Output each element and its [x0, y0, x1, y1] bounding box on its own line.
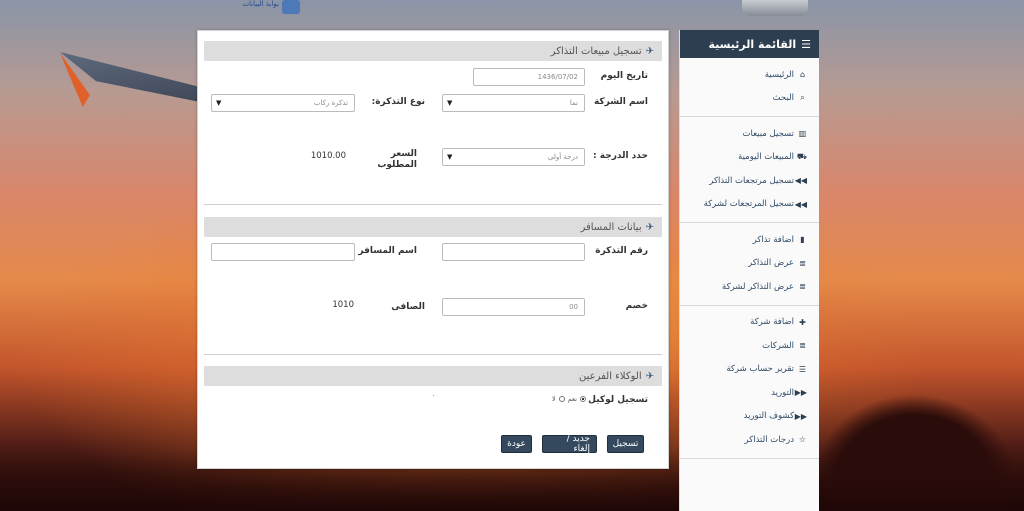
home-icon: ⌂	[799, 70, 806, 80]
sidebar-item-label: كشوف التوريد	[743, 411, 794, 422]
sidebar-item-daily-sales[interactable]: ⛟ المبيعات اليومية	[680, 146, 819, 170]
cart-icon: ⛟	[796, 152, 807, 162]
sidebar-item-label: اضافة تذاكر	[752, 234, 794, 245]
class-label: حدد الدرجة :	[593, 151, 648, 161]
sidebar-item-company-account-report[interactable]: ☰ تقرير حساب شركة	[680, 358, 819, 382]
main-menu-sidebar: ☰ القائمة الرئيسية ⌂ الرئيسية ⌕ البحث ▥ تسج…	[679, 30, 819, 511]
sidebar-item-label: الشركات	[762, 340, 794, 351]
plane-icon: ✈	[645, 221, 654, 233]
section-sub-agents-header: ✈ الوكلاء الفرعين	[204, 366, 662, 386]
sidebar-item-search[interactable]: ⌕ البحث	[680, 87, 819, 111]
save-button[interactable]: تسجيل	[607, 435, 644, 453]
list-icon: ≣	[799, 341, 806, 351]
ticket-type-label: نوع التذكرة:	[371, 97, 425, 107]
menu-icon: ☰	[801, 37, 811, 51]
new-cancel-button[interactable]: جديد / إلغاء	[542, 434, 597, 454]
book-icon: ▥	[798, 129, 807, 139]
section-ticket-sales-header: ✈ تسجيل مبيعات التذاكر	[204, 41, 662, 61]
file-icon: ▮	[800, 235, 805, 245]
sidebar-item-company-returns[interactable]: ◀◀ تسجيل المرتجعات لشركة	[680, 193, 819, 217]
sidebar-item-register-sales[interactable]: ▥ تسجيل مبيعات	[680, 122, 819, 146]
search-icon: ⌕	[800, 93, 805, 103]
airplane-engine-image	[742, 0, 808, 16]
report-icon: ☰	[798, 364, 807, 374]
radio-yes[interactable]	[580, 396, 586, 402]
sidebar-group: ⌂ الرئيسية ⌕ البحث	[680, 58, 819, 117]
dot-mark: .	[432, 389, 435, 399]
agent-registration-label: تسجيل لوكيل	[588, 395, 648, 405]
plus-icon: ✚	[799, 317, 806, 327]
site-logo[interactable]: بوابة البيانات	[218, 0, 300, 14]
ticket-number-input[interactable]	[442, 243, 585, 261]
agent-radio-group: نعم لا	[552, 395, 586, 403]
price-value: 1010.00	[310, 151, 346, 161]
sidebar-item-add-company[interactable]: ✚ اضافة شركة	[680, 311, 819, 335]
plane-icon: ✈	[645, 45, 654, 57]
date-field[interactable]: 1436/07/02	[473, 68, 585, 86]
ticket-sales-form-panel: ✈ تسجيل مبيعات التذاكر تاريخ اليوم 1436/…	[197, 30, 669, 469]
sidebar-item-supply[interactable]: ▶▶ التوريد	[680, 381, 819, 405]
forward-icon: ▶▶	[794, 411, 807, 421]
passenger-name-label: اسم المسافر	[358, 246, 417, 256]
sidebar-item-ticket-classes[interactable]: ☆ درجات التذاكر	[680, 428, 819, 452]
sidebar-item-companies[interactable]: ≣ الشركات	[680, 334, 819, 358]
logo-text: بوابة البيانات	[242, 0, 279, 8]
list-icon: ≣	[799, 282, 806, 292]
sidebar-item-label: عرض التذاكر	[748, 258, 794, 269]
sidebar-item-label: المبيعات اليومية	[738, 152, 794, 163]
price-label: السعر المطلوب	[377, 149, 417, 170]
radio-no-label: لا	[552, 395, 556, 403]
date-label: تاريخ اليوم	[600, 71, 648, 81]
backward-icon: ◀◀	[794, 199, 807, 209]
net-value: 1010	[332, 300, 354, 310]
section-passenger-header: ✈ بيانات المسافر	[204, 217, 662, 237]
section-title: بيانات المسافر	[580, 221, 642, 233]
sidebar-item-label: عرض التذاكر لشركة	[722, 281, 794, 292]
back-button[interactable]: عودة	[501, 435, 532, 453]
radio-yes-label: نعم	[567, 395, 577, 403]
sidebar-item-home[interactable]: ⌂ الرئيسية	[680, 63, 819, 87]
sidebar-header: ☰ القائمة الرئيسية	[680, 30, 819, 58]
radio-no[interactable]	[558, 396, 565, 402]
divider	[204, 354, 662, 355]
logo-badge-icon	[282, 0, 300, 14]
sidebar-item-label: الرئيسية	[764, 69, 794, 80]
sidebar-item-label: تقرير حساب شركة	[726, 364, 794, 375]
sidebar-item-label: تسجيل مرتجعات التذاكر	[709, 175, 794, 186]
plane-icon: ✈	[645, 370, 654, 382]
sidebar-item-label: البحث	[772, 93, 794, 104]
sidebar-title: القائمة الرئيسية	[708, 37, 797, 51]
sidebar-item-label: درجات التذاكر	[744, 434, 794, 445]
ticket-number-label: رقم التذكرة	[595, 246, 648, 256]
passenger-name-input[interactable]	[211, 243, 355, 261]
class-select[interactable]: درجة أولى	[442, 148, 585, 166]
backward-icon: ◀◀	[794, 176, 807, 186]
list-icon: ≣	[799, 258, 806, 268]
company-label: اسم الشركة	[593, 97, 648, 107]
sidebar-item-view-company-tickets[interactable]: ≣ عرض التذاكر لشركة	[680, 275, 819, 299]
discount-label: خصم	[625, 301, 648, 311]
section-title: الوكلاء الفرعين	[579, 370, 642, 382]
sidebar-item-label: تسجيل مبيعات	[742, 128, 794, 139]
sidebar-group: ▮ اضافة تذاكر ≣ عرض التذاكر ≣ عرض التذاكر ل…	[680, 223, 819, 306]
sidebar-item-label: التوريد	[771, 387, 794, 398]
ticket-type-select[interactable]: تذكرة ركاب	[211, 94, 355, 112]
discount-input[interactable]: 00	[442, 298, 585, 316]
net-label: الصافى	[391, 302, 425, 312]
sidebar-group: ✚ اضافة شركة ≣ الشركات ☰ تقرير حساب شركة ▶▶…	[680, 306, 819, 459]
star-icon: ☆	[798, 435, 807, 445]
sidebar-item-add-tickets[interactable]: ▮ اضافة تذاكر	[680, 228, 819, 252]
company-select[interactable]: نما	[442, 94, 585, 112]
sidebar-item-label: تسجيل المرتجعات لشركة	[703, 199, 794, 210]
sidebar-item-label: اضافة شركة	[750, 317, 794, 328]
sidebar-item-supply-statements[interactable]: ▶▶ كشوف التوريد	[680, 405, 819, 429]
sidebar-group: ▥ تسجيل مبيعات ⛟ المبيعات اليومية ◀◀ تسجيل …	[680, 117, 819, 223]
divider	[204, 204, 662, 205]
section-title: تسجيل مبيعات التذاكر	[550, 45, 642, 57]
sidebar-item-ticket-returns[interactable]: ◀◀ تسجيل مرتجعات التذاكر	[680, 169, 819, 193]
forward-icon: ▶▶	[794, 388, 807, 398]
sidebar-item-view-tickets[interactable]: ≣ عرض التذاكر	[680, 252, 819, 276]
